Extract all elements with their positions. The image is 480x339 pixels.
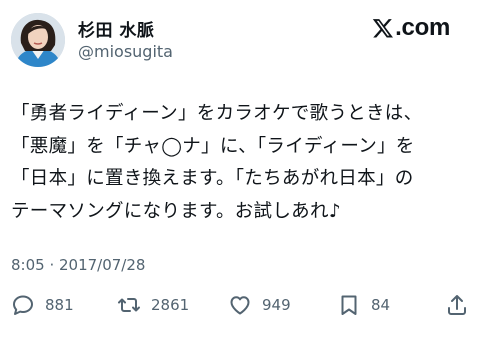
tweet-text: 「勇者ライディーン」をカラオケで歌うときは、 「悪魔」を「チャ◯ナ」に、「ライデ… xyxy=(11,103,423,222)
action-bar: 881 2861 949 84 xyxy=(0,293,480,323)
retweet-count: 2861 xyxy=(151,296,190,314)
x-com-logo: .com xyxy=(372,14,450,41)
tweet-timestamp[interactable]: 8:05 · 2017/07/28 xyxy=(11,256,145,274)
avatar[interactable] xyxy=(11,13,65,67)
retweet-button[interactable]: 2861 xyxy=(117,293,189,317)
share-icon xyxy=(448,295,466,315)
bookmark-count: 84 xyxy=(371,296,391,314)
reply-icon xyxy=(13,295,33,315)
reply-button[interactable]: 881 xyxy=(11,293,74,317)
retweet-icon xyxy=(118,298,140,312)
author-handle[interactable]: @miosugita xyxy=(78,42,173,61)
x-logo-icon xyxy=(372,19,394,38)
reply-count: 881 xyxy=(45,296,74,314)
like-button[interactable]: 949 xyxy=(228,293,291,317)
heart-icon xyxy=(230,296,250,315)
bookmark-icon xyxy=(341,295,357,315)
logo-text: .com xyxy=(395,14,450,41)
author-name[interactable]: 杉田 水脈 xyxy=(78,16,154,41)
share-button[interactable] xyxy=(445,293,469,317)
bookmark-button[interactable]: 84 xyxy=(337,293,390,317)
like-count: 949 xyxy=(262,296,291,314)
